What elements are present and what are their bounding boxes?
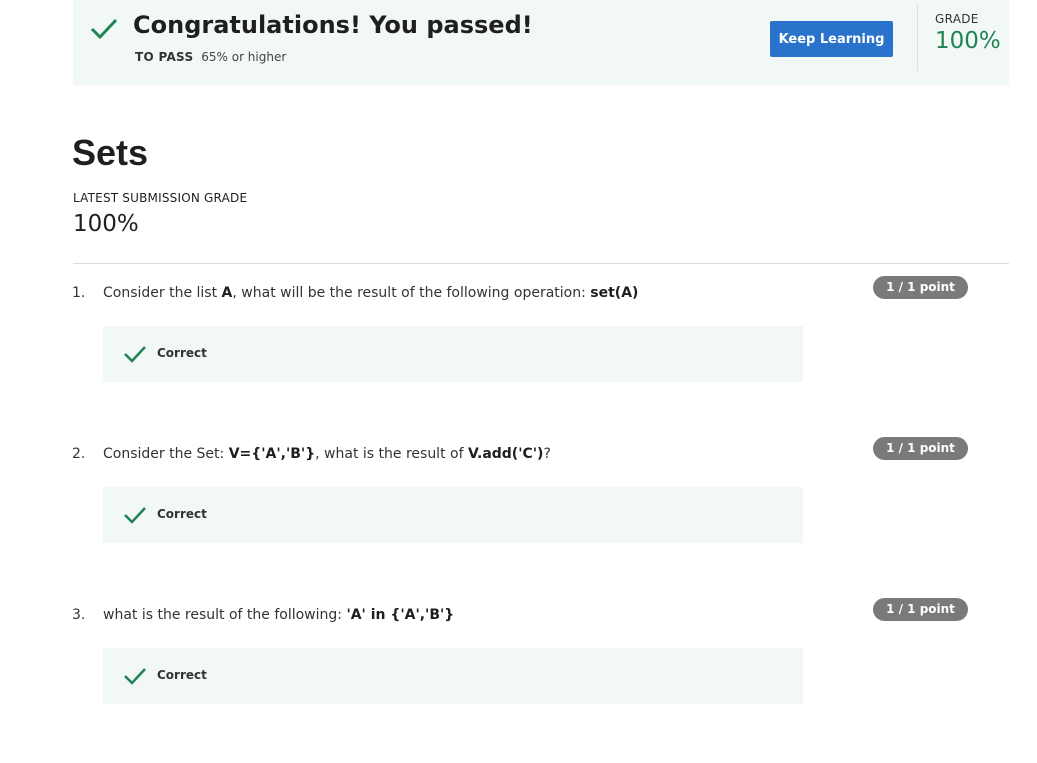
question-number: 1. (72, 285, 86, 301)
to-pass-info: TO PASS 65% or higher (135, 50, 286, 64)
page-title: Sets (72, 132, 149, 173)
question-number: 3. (72, 607, 86, 623)
checkmark-icon (124, 346, 146, 363)
question-text-part: , what is the result of (315, 446, 468, 462)
points-badge: 1 / 1 point (873, 276, 968, 299)
latest-submission-grade: 100% (73, 211, 139, 237)
question-text-part: , what will be the result of the followi… (232, 285, 591, 301)
pass-banner: Congratulations! You passed! TO PASS 65%… (73, 0, 1009, 85)
grade-value: 100% (935, 28, 1001, 54)
question-text-part: Consider the list (103, 285, 222, 301)
feedback-box: Correct (103, 487, 803, 543)
question-text-bold: A (221, 285, 233, 301)
to-pass-label: TO PASS (135, 50, 194, 64)
to-pass-value: 65% or higher (201, 50, 287, 64)
feedback-label: Correct (157, 507, 207, 521)
question-text-bold: set(A) (590, 285, 639, 301)
feedback-label: Correct (157, 668, 207, 682)
question-2: 2. Consider the Set: V={'A','B'}, what i… (0, 437, 1037, 576)
question-text-bold: V={'A','B'} (228, 446, 316, 462)
keep-learning-button[interactable]: Keep Learning (770, 21, 893, 57)
question-text-bold: 'A' in {'A','B'} (346, 607, 455, 623)
feedback-label: Correct (157, 346, 207, 360)
feedback-box: Correct (103, 326, 803, 382)
grade-label: GRADE (935, 12, 979, 26)
points-badge: 1 / 1 point (873, 598, 968, 621)
latest-submission-label: LATEST SUBMISSION GRADE (73, 191, 248, 205)
feedback-box: Correct (103, 648, 803, 704)
pass-title: Congratulations! You passed! (133, 11, 533, 39)
question-text: what is the result of the following: 'A'… (103, 607, 454, 623)
banner-divider (917, 4, 918, 71)
checkmark-icon (90, 18, 118, 40)
question-3: 3. what is the result of the following: … (0, 598, 1037, 737)
checkmark-icon (124, 507, 146, 524)
checkmark-icon (124, 668, 146, 685)
question-text-part: Consider the Set: (103, 446, 229, 462)
question-text: Consider the Set: V={'A','B'}, what is t… (103, 446, 551, 462)
points-badge: 1 / 1 point (873, 437, 968, 460)
question-text: Consider the list A, what will be the re… (103, 285, 638, 301)
question-text-part: ? (543, 446, 551, 462)
question-text-part: what is the result of the following: (103, 607, 347, 623)
divider (73, 263, 1009, 264)
question-1: 1. Consider the list A, what will be the… (0, 276, 1037, 415)
question-number: 2. (72, 446, 86, 462)
question-text-bold: V.add('C') (467, 446, 544, 462)
